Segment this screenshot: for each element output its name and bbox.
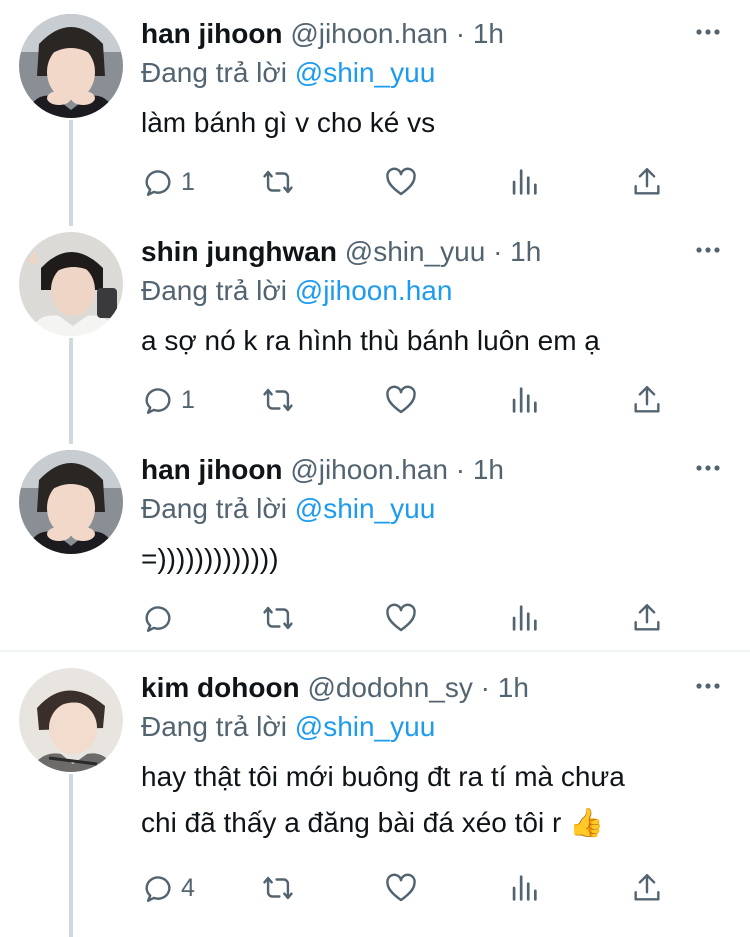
thumbs-up-emoji: 👍 [569,807,604,838]
share-icon [634,386,660,413]
tweet[interactable]: shin junghwan @shin_yuu · 1h Đang trả lờ… [0,232,750,442]
replying-to-prefix: Đang trả lời [141,275,287,306]
reply-count: 4 [181,873,195,902]
replying-to: Đang trả lời @shin_yuu [141,490,435,528]
tweet-header: han jihoon @jihoon.han · 1h [141,450,504,490]
retweet-icon [263,170,293,194]
replying-to-prefix: Đang trả lời [141,57,287,88]
reply-button[interactable]: 4 [141,868,195,908]
timestamp[interactable]: · 1h [456,18,504,49]
tweet[interactable]: han jihoon @jihoon.han · 1h Đang trả lời… [0,450,750,650]
tweet[interactable]: kim dohoon @dodohn_sy · 1h Đang trả lời … [0,668,750,937]
tweet-actions: 4 [141,868,681,908]
handle[interactable]: @dodohn_sy [307,672,472,703]
replying-to: Đang trả lời @shin_yuu [141,54,435,92]
avatar[interactable] [19,14,123,118]
mention-link[interactable]: @shin_yuu [295,57,436,88]
display-name[interactable]: han jihoon [141,18,283,49]
tweet-header: kim dohoon @dodohn_sy · 1h [141,668,529,708]
mention-link[interactable]: @shin_yuu [295,493,436,524]
avatar[interactable] [19,668,123,772]
display-name[interactable]: kim dohoon [141,672,300,703]
retweet-button[interactable] [261,162,295,202]
retweet-button[interactable] [261,380,295,420]
handle[interactable]: @shin_yuu [345,236,486,267]
reply-count: 1 [181,167,195,196]
heart-icon [386,603,416,632]
replying-to: Đang trả lời @jihoon.han [141,272,452,310]
timestamp[interactable]: · 1h [493,236,541,267]
replying-to-prefix: Đang trả lời [141,711,287,742]
more-icon[interactable] [694,22,722,42]
tweet-text-line-content: chi đã thấy a đăng bài đá xéo tôi r [141,807,562,838]
heart-icon [386,873,416,902]
tweet-text-line: chi đã thấy a đăng bài đá xéo tôi r 👍 [141,800,731,846]
like-button[interactable] [384,598,418,638]
display-name[interactable]: han jihoon [141,454,283,485]
tweet-header: han jihoon @jihoon.han · 1h [141,14,504,54]
tweet-header: shin junghwan @shin_yuu · 1h [141,232,541,272]
more-icon[interactable] [694,458,722,478]
reply-icon [145,170,171,196]
retweet-button[interactable] [261,598,295,638]
retweet-icon [263,606,293,630]
views-icon [512,605,537,631]
share-button[interactable] [630,380,664,420]
share-button[interactable] [630,598,664,638]
reply-button[interactable]: 1 [141,162,195,202]
mention-link[interactable]: @jihoon.han [295,275,453,306]
tweet-actions [141,598,681,638]
tweet-text-line: hay thật tôi mới buông đt ra tí mà chưa [141,761,625,792]
tweet[interactable]: han jihoon @jihoon.han · 1h Đang trả lời… [0,14,750,224]
views-icon [512,875,537,901]
mention-link[interactable]: @shin_yuu [295,711,436,742]
share-icon [634,874,660,901]
avatar[interactable] [19,232,123,336]
tweet-actions: 1 [141,380,681,420]
replying-to-prefix: Đang trả lời [141,493,287,524]
avatar[interactable] [19,450,123,554]
tweet-text: làm bánh gì v cho ké vs [141,107,436,138]
more-icon[interactable] [694,240,722,260]
views-button[interactable] [507,380,541,420]
tweet-text: =))))))))))))) [141,543,279,574]
reply-button[interactable]: 1 [141,380,195,420]
retweet-icon [263,388,293,412]
replying-to: Đang trả lời @shin_yuu [141,708,435,746]
like-button[interactable] [384,868,418,908]
retweet-button[interactable] [261,868,295,908]
heart-icon [386,167,416,196]
reply-button[interactable] [141,598,181,638]
display-name[interactable]: shin junghwan [141,236,337,267]
like-button[interactable] [384,162,418,202]
views-icon [512,169,537,195]
views-button[interactable] [507,162,541,202]
share-icon [634,604,660,631]
handle[interactable]: @jihoon.han [290,454,448,485]
views-button[interactable] [507,868,541,908]
retweet-icon [263,876,293,900]
handle[interactable]: @jihoon.han [290,18,448,49]
reply-icon [145,876,171,902]
views-button[interactable] [507,598,541,638]
heart-icon [386,385,416,414]
reply-icon [145,606,171,632]
tweet-text: hay thật tôi mới buông đt ra tí mà chưa … [141,754,731,846]
timestamp[interactable]: · 1h [481,672,529,703]
more-icon[interactable] [694,676,722,696]
share-button[interactable] [630,868,664,908]
tweet-separator [0,650,750,652]
timestamp[interactable]: · 1h [456,454,504,485]
tweet-text: a sợ nó k ra hình thù bánh luôn em ạ [141,325,600,356]
share-button[interactable] [630,162,664,202]
tweet-actions: 1 [141,162,681,202]
views-icon [512,387,537,413]
share-icon [634,168,660,195]
like-button[interactable] [384,380,418,420]
reply-count: 1 [181,385,195,414]
reply-icon [145,388,171,414]
